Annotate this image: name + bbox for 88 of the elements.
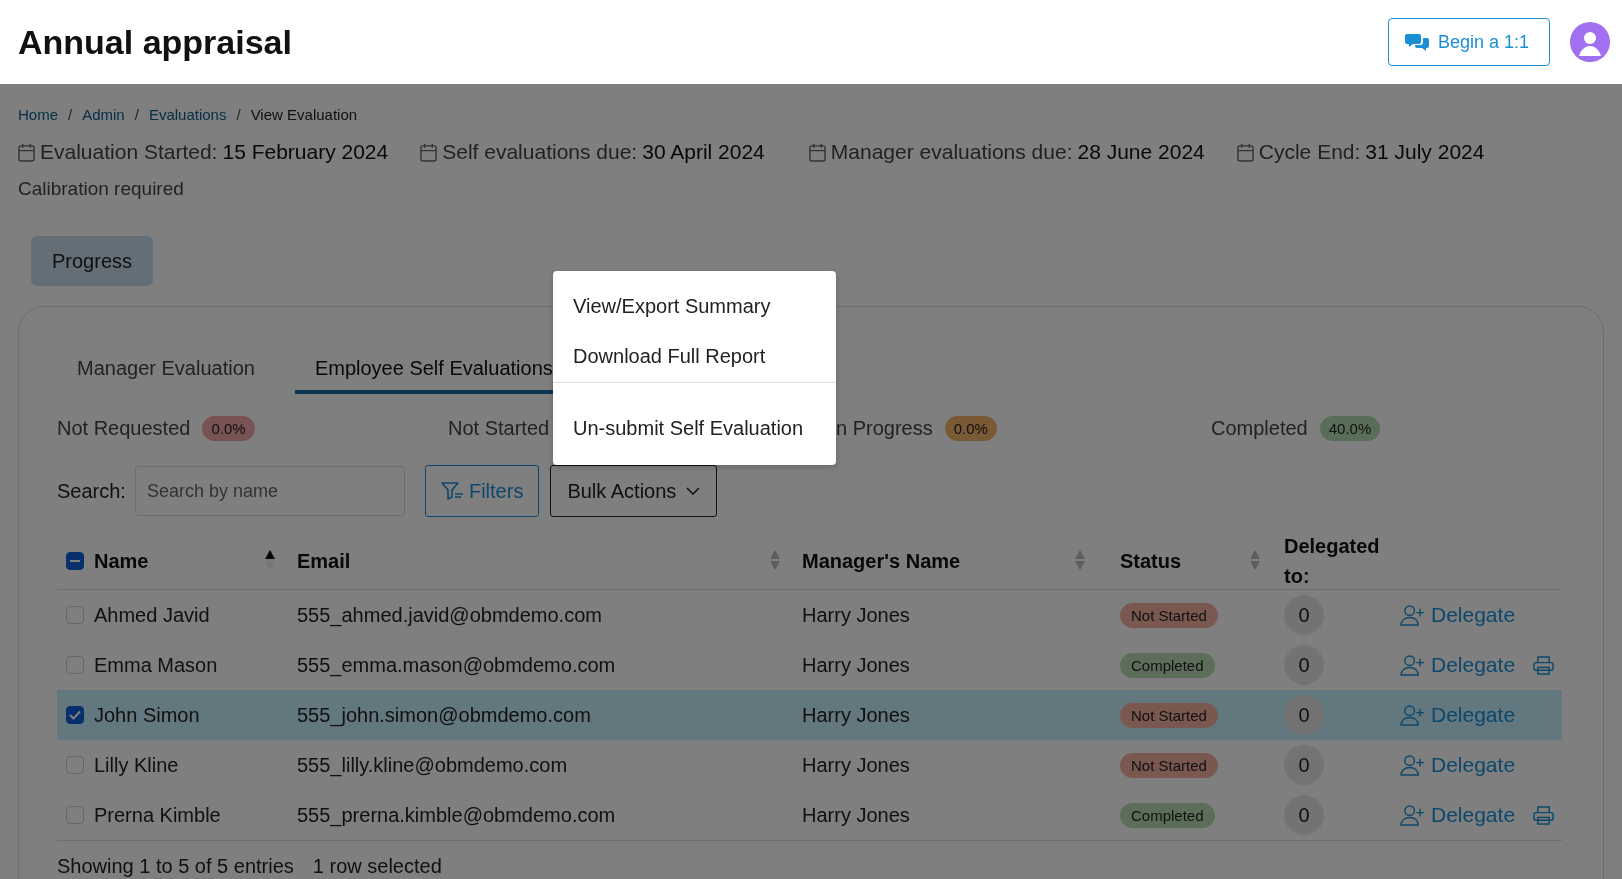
date-value: 31 July 2024 xyxy=(1365,140,1485,164)
begin-button[interactable]: Begin a 1:1 xyxy=(1387,18,1550,66)
delegate-link[interactable]: Delegate xyxy=(1400,803,1516,827)
breadcrumb-link[interactable]: Home xyxy=(18,105,58,123)
percent-badge: 0.0% xyxy=(202,415,255,441)
percent-badge: 40.0% xyxy=(1319,415,1381,441)
breadcrumb-current: View Evaluation xyxy=(250,105,358,123)
name-cell: Ahmed Javid xyxy=(94,603,210,627)
breadcrumb-separator: / xyxy=(236,105,241,123)
calendar-icon xyxy=(18,142,35,162)
calibration-note: Calibration required xyxy=(18,178,185,200)
sort-icon[interactable] xyxy=(264,549,276,571)
breadcrumb-link[interactable]: Admin xyxy=(82,105,125,123)
manager-cell: Harry Jones xyxy=(802,703,910,727)
chat-bubbles-icon xyxy=(1404,32,1429,52)
date-value: 28 June 2024 xyxy=(1077,140,1205,164)
stat-label: Not Requested xyxy=(57,416,191,440)
calendar-icon xyxy=(808,142,826,162)
add-person-icon xyxy=(1400,704,1425,726)
email-cell: 555_emma.mason@obmdemo.com xyxy=(297,653,616,677)
search-label: Search: xyxy=(57,479,126,503)
row-checkbox[interactable] xyxy=(66,706,84,724)
menu-item[interactable]: Un-submit Self Evaluation xyxy=(553,382,836,453)
column-header[interactable]: Delegated to: xyxy=(1284,531,1394,591)
selection-info: 1 row selected xyxy=(312,855,442,878)
column-header[interactable]: Status xyxy=(1120,549,1182,573)
add-person-icon xyxy=(1400,804,1425,826)
delegate-link[interactable]: Delegate xyxy=(1400,653,1516,677)
status-badge: Not Started xyxy=(1120,702,1218,728)
column-header[interactable]: Manager's Name xyxy=(802,549,961,573)
bulk-actions-button[interactable]: Bulk Actions xyxy=(550,465,718,517)
name-cell: John Simon xyxy=(94,703,200,727)
select-all-checkbox[interactable] xyxy=(66,552,84,570)
name-cell: Prerna Kimble xyxy=(94,803,221,827)
column-header[interactable]: Email xyxy=(297,549,351,573)
status-badge: Completed xyxy=(1120,652,1215,678)
date-label: Evaluation Started: xyxy=(40,140,218,164)
delegate-link[interactable]: Delegate xyxy=(1400,753,1516,777)
delegated-count: 0 xyxy=(1284,695,1324,735)
email-cell: 555_lilly.kline@obmdemo.com xyxy=(297,753,568,777)
column-header[interactable]: Name xyxy=(94,549,149,573)
delegated-count: 0 xyxy=(1284,595,1324,635)
date-label: Self evaluations due: xyxy=(442,140,638,164)
menu-item[interactable]: View/Export Summary xyxy=(553,281,836,331)
breadcrumb-separator: / xyxy=(68,105,73,123)
add-person-icon xyxy=(1400,754,1425,776)
progress-button[interactable]: Progress xyxy=(31,236,153,286)
delegated-count: 0 xyxy=(1284,745,1324,785)
date-label: Cycle End: xyxy=(1258,140,1361,164)
manager-cell: Harry Jones xyxy=(802,753,910,777)
chevron-down-icon xyxy=(686,487,701,495)
filter-icon xyxy=(440,481,465,501)
manager-cell: Harry Jones xyxy=(802,603,910,627)
name-cell: Emma Mason xyxy=(94,653,218,677)
add-person-icon xyxy=(1400,654,1425,676)
delegate-link[interactable]: Delegate xyxy=(1400,603,1516,627)
delegated-count: 0 xyxy=(1284,645,1324,685)
breadcrumb-separator: / xyxy=(134,105,139,123)
date-value: 30 April 2024 xyxy=(642,140,765,164)
email-cell: 555_john.simon@obmdemo.com xyxy=(297,703,591,727)
tab[interactable]: Manager Evaluation xyxy=(57,345,275,394)
status-badge: Not Started xyxy=(1120,602,1218,628)
filters-button[interactable]: Filters xyxy=(424,465,540,517)
delegate-link[interactable]: Delegate xyxy=(1400,703,1516,727)
manager-cell: Harry Jones xyxy=(802,653,910,677)
date-label: Manager evaluations due: xyxy=(830,140,1073,164)
page-title: Annual appraisal xyxy=(18,22,292,62)
percent-badge: 0.0% xyxy=(944,415,997,441)
avatar-icon[interactable] xyxy=(1570,22,1610,62)
status-badge: Not Started xyxy=(1120,752,1218,778)
entries-info: Showing 1 to 5 of 5 entries xyxy=(57,855,294,878)
email-cell: 555_ahmed.javid@obmdemo.com xyxy=(297,603,602,627)
calendar-icon xyxy=(420,142,438,162)
calendar-icon xyxy=(1236,142,1254,162)
add-person-icon xyxy=(1400,604,1425,626)
search-field[interactable]: Search by name xyxy=(134,466,405,516)
stat-label: Completed xyxy=(1211,416,1308,440)
manager-cell: Harry Jones xyxy=(802,803,910,827)
stat-label: Not Started xyxy=(448,416,550,440)
email-cell: 555_prerna.kimble@obmdemo.com xyxy=(297,803,616,827)
name-cell: Lilly Kline xyxy=(94,753,179,777)
printer-icon[interactable] xyxy=(1533,655,1555,675)
stat-label: n Progress xyxy=(836,416,933,440)
status-badge: Completed xyxy=(1120,802,1215,828)
delegated-count: 0 xyxy=(1284,795,1324,835)
printer-icon[interactable] xyxy=(1533,805,1555,825)
breadcrumb-link[interactable]: Evaluations xyxy=(148,105,227,123)
date-value: 15 February 2024 xyxy=(222,140,389,164)
